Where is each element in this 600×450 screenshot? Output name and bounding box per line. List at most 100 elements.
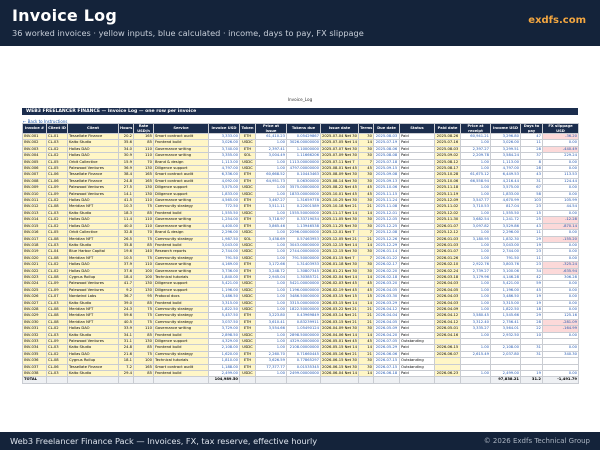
table-cell[interactable]: 2025-10-25 Net 30 <box>320 197 359 205</box>
table-cell[interactable]: 2026-04-03 <box>434 299 461 308</box>
table-cell[interactable]: 2025-12-08 <box>373 229 400 237</box>
table-cell[interactable]: 2025-10-01 Net 45 <box>320 190 359 199</box>
table-cell[interactable]: 2026-04-09 Net 30 <box>320 325 359 333</box>
column-header[interactable]: Service <box>153 123 209 134</box>
column-header[interactable]: Hours <box>118 123 134 134</box>
table-cell[interactable]: 2025-11-19 <box>434 190 461 199</box>
table-cell[interactable]: 2026-04-05 <box>373 286 400 295</box>
table-cell[interactable]: 1555.50000000 <box>286 209 321 218</box>
table-cell[interactable]: 2499.00000000 <box>286 369 321 378</box>
table-cell[interactable]: 2026-01-07 <box>434 222 461 231</box>
column-header[interactable]: Invoice USD <box>208 123 240 134</box>
table-cell[interactable]: 1113.00000000 <box>286 158 321 167</box>
table-cell[interactable]: 791.50000000 <box>286 254 321 263</box>
table-cell[interactable]: 2025-12-05 Net 21 <box>320 235 359 243</box>
table-cell[interactable]: 2025-11-30 <box>434 216 461 224</box>
table-cell[interactable]: 2025-10-06 <box>434 177 461 186</box>
table-cell[interactable]: 2026-05-29 <box>373 344 400 352</box>
table-cell[interactable]: 2026-01-18 Net 30 <box>320 261 359 269</box>
table-cell[interactable]: 2026-05-15 Net 14 <box>320 344 359 352</box>
table-cell[interactable]: 2026-02-19 Net 45 <box>320 286 359 295</box>
table-cell[interactable]: 2025-10-28 <box>434 171 461 179</box>
table-cell[interactable]: 2026-03-20 <box>373 280 400 288</box>
table-cell[interactable]: 2026-04-12 <box>373 305 400 314</box>
table-cell[interactable]: 2026-07-05 <box>373 337 400 346</box>
table-cell[interactable]: 5421.00000000 <box>286 280 321 288</box>
table-cell[interactable]: 2026-03-30 <box>373 293 400 301</box>
table-cell[interactable]: 2025-07-05 Net 14 <box>320 139 359 147</box>
table-cell[interactable]: 2025-09-15 <box>373 164 400 173</box>
table-cell[interactable]: 2025-08-17 <box>434 164 461 173</box>
table-cell[interactable]: 2025-11-18 <box>434 184 461 192</box>
column-header[interactable]: Price at receipt <box>460 123 491 134</box>
column-header[interactable]: Client ID <box>46 123 68 134</box>
table-cell[interactable]: 2026-03-18 <box>434 273 461 282</box>
column-header[interactable]: FX slippage USD <box>542 123 579 134</box>
table-cell[interactable]: 2025-11-05 Net 30 <box>320 216 359 224</box>
table-cell[interactable]: 2025-11-17 Net 14 <box>320 209 359 218</box>
column-header[interactable]: Invoice # <box>22 123 47 134</box>
table-cell[interactable]: 2025-12-26 <box>373 235 400 243</box>
table-cell[interactable]: 2025-12-15 Net 14 <box>320 241 359 250</box>
column-header[interactable]: Issue date <box>320 123 359 134</box>
column-header[interactable]: Token <box>239 123 256 134</box>
column-header[interactable]: Price at issue <box>255 123 287 134</box>
table-cell[interactable]: 2025-12-01 Net 7 <box>320 229 359 237</box>
column-header[interactable]: Due date <box>373 123 400 134</box>
table-cell[interactable]: 2025-08-06 <box>373 145 400 154</box>
table-cell[interactable]: 2025-08-03 <box>373 132 400 141</box>
table-cell[interactable]: 2025-11-24 <box>373 197 400 205</box>
table-cell[interactable]: 2025-08-09 Net 30 <box>320 171 359 179</box>
table-cell[interactable]: 3575.00000000 <box>286 184 321 192</box>
column-header[interactable]: Tokens due <box>286 123 321 134</box>
table-cell[interactable]: 2026-05-01 Net 45 <box>320 337 359 346</box>
table-cell[interactable]: 2026-02-04 Net 14 <box>320 273 359 282</box>
table-cell[interactable]: 2026-04-09 <box>434 305 461 314</box>
table-cell[interactable]: 2026-06-15 <box>434 344 461 352</box>
table-cell[interactable]: 2025-11-25 Net 30 <box>320 222 359 231</box>
table-cell[interactable]: 2026-04-05 <box>434 286 461 295</box>
table-cell[interactable]: 2025-11-02 <box>434 203 461 211</box>
table-cell[interactable]: 2025-07-04 Net 30 <box>320 132 359 141</box>
table-cell[interactable]: 2026-06-15 Net 30 <box>320 357 359 365</box>
table-cell[interactable]: 2026-01-21 Net 30 <box>320 267 359 275</box>
table-cell[interactable]: 1822.50000000 <box>286 305 321 314</box>
table-cell[interactable]: 2026-06-23 <box>434 369 461 378</box>
table-cell[interactable]: 2025-08-14 Net 30 <box>320 177 359 186</box>
table-cell[interactable]: 2026-04-16 <box>434 331 461 340</box>
table-cell[interactable]: 2025-07-07 Net 30 <box>320 145 359 154</box>
column-header[interactable]: Days to pay <box>520 123 543 134</box>
table-cell[interactable]: 2026-04-03 <box>434 293 461 301</box>
table-cell[interactable]: 2026-04-20 <box>373 331 400 340</box>
table-cell[interactable]: 2026-04-03 <box>434 280 461 288</box>
table-cell[interactable]: 2025-08-12 <box>434 158 461 167</box>
table-cell[interactable]: 2026-04-12 <box>434 312 461 320</box>
table-cell[interactable]: 2026-07-15 <box>373 363 400 372</box>
table-cell[interactable]: 2025-08-03 <box>434 145 461 154</box>
table-cell[interactable]: 2025-07-18 <box>373 158 400 167</box>
table-cell[interactable]: 2025-08-01 Net 45 <box>320 164 359 173</box>
table-cell[interactable]: 2026-03-15 Net 21 <box>320 318 359 327</box>
table-cell[interactable]: 2025-08-26 <box>434 132 461 141</box>
table-cell[interactable]: 2025-08-22 Net 45 <box>320 184 359 192</box>
table-cell[interactable]: 2026-06-18 <box>373 369 400 378</box>
table-cell[interactable]: 2025-07-11 Net 7 <box>320 158 359 167</box>
table-cell[interactable]: 2026-04-06 Net 14 <box>320 331 359 340</box>
table-cell[interactable]: 2026-04-04 <box>373 312 400 320</box>
table-cell[interactable]: 2026-01-26 <box>434 254 461 263</box>
column-header[interactable]: Status <box>399 123 435 134</box>
table-cell[interactable]: 2026-02-10 <box>434 261 461 269</box>
table-cell[interactable]: 2026-06-06 <box>373 350 400 359</box>
table-cell[interactable]: 2026-06-07 <box>434 350 461 359</box>
table-cell[interactable]: 2025-12-01 <box>373 209 400 218</box>
table-cell[interactable]: 2026-01-22 <box>373 254 400 263</box>
table-cell[interactable]: 3486.50000000 <box>286 293 321 301</box>
table-cell[interactable]: 2026-02-03 Net 45 <box>320 280 359 288</box>
table-cell[interactable]: 2026-03-29 <box>373 299 400 308</box>
table-cell[interactable]: 2026-04-05 <box>373 318 400 327</box>
table-cell[interactable]: 2026-01-15 Net 7 <box>320 254 359 263</box>
table-cell[interactable]: 2026-05-16 Net 21 <box>320 350 359 359</box>
table-cell[interactable]: 2025-12-12 <box>434 229 461 237</box>
table-cell[interactable]: 2025-12-25 <box>373 222 400 231</box>
table-cell[interactable]: 2898.50000000 <box>286 331 321 340</box>
